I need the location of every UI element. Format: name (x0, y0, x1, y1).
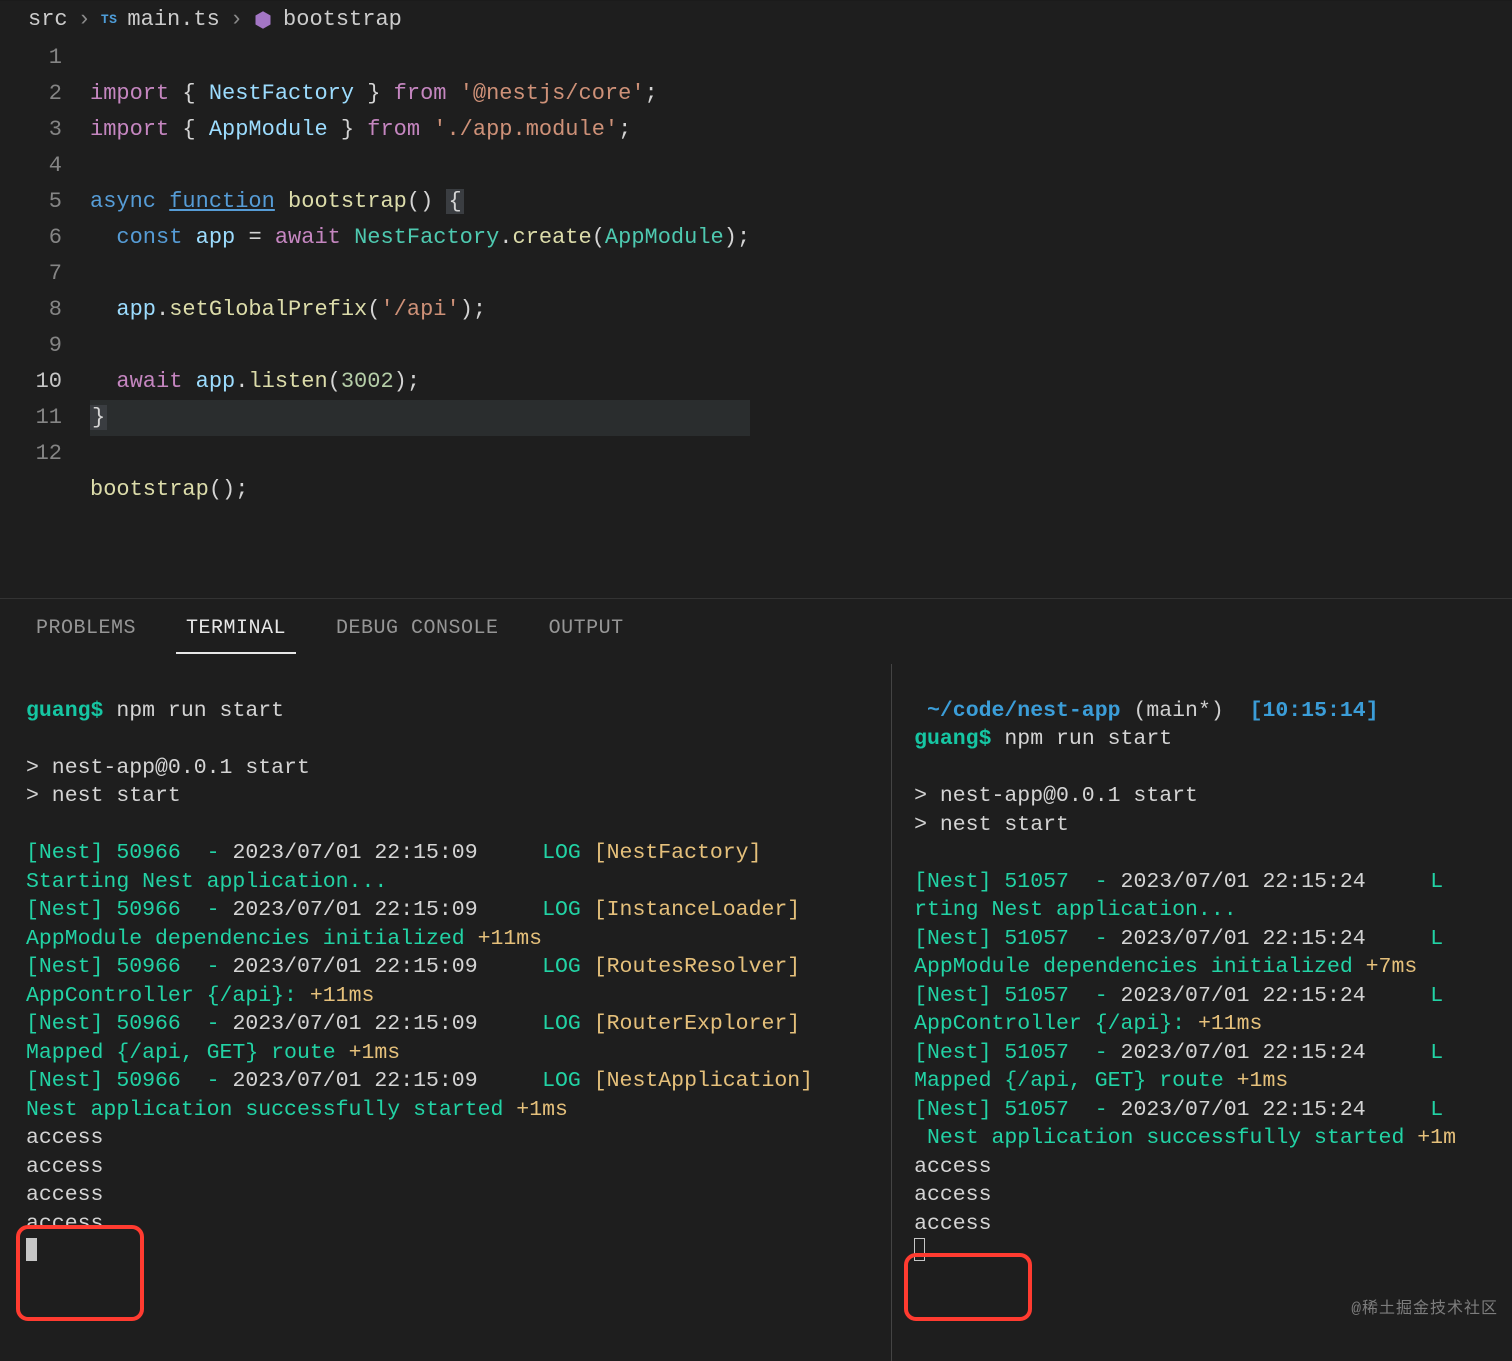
breadcrumb-file[interactable]: main.ts (127, 7, 219, 32)
chevron-right-icon: › (78, 7, 91, 32)
symbol-method-icon (253, 10, 273, 30)
terminal-split: guang$ npm run start > nest-app@0.0.1 st… (0, 654, 1512, 1361)
ts-file-icon: TS (101, 12, 118, 27)
watermark: @稀土掘金技术社区 (1351, 1295, 1498, 1324)
terminal-pane-right[interactable]: ~/code/nest-app (main*) [10:15:14] guang… (892, 664, 1512, 1361)
line-number-gutter: 1 2 3 4 5 6 7 8 9 10 11 12 (0, 40, 90, 580)
tab-output[interactable]: OUTPUT (539, 611, 634, 654)
breadcrumb-symbol[interactable]: bootstrap (283, 7, 402, 32)
terminal-pane-left[interactable]: guang$ npm run start > nest-app@0.0.1 st… (0, 664, 892, 1361)
breadcrumb[interactable]: src › TS main.ts › bootstrap (0, 1, 1512, 38)
chevron-right-icon: › (230, 7, 243, 32)
breadcrumb-root[interactable]: src (28, 7, 68, 32)
tab-problems[interactable]: PROBLEMS (26, 611, 146, 654)
tab-terminal[interactable]: TERMINAL (176, 611, 296, 654)
tab-debug-console[interactable]: DEBUG CONSOLE (326, 611, 509, 654)
terminal-cursor (914, 1238, 925, 1261)
panel-tabs: PROBLEMS TERMINAL DEBUG CONSOLE OUTPUT (0, 599, 1512, 654)
highlight-box-right (904, 1253, 1032, 1321)
terminal-cursor (26, 1238, 37, 1261)
bottom-panel: PROBLEMS TERMINAL DEBUG CONSOLE OUTPUT g… (0, 598, 1512, 1361)
code-content[interactable]: import { NestFactory } from '@nestjs/cor… (90, 40, 750, 580)
code-editor[interactable]: 1 2 3 4 5 6 7 8 9 10 11 12 import { Nest… (0, 38, 1512, 580)
